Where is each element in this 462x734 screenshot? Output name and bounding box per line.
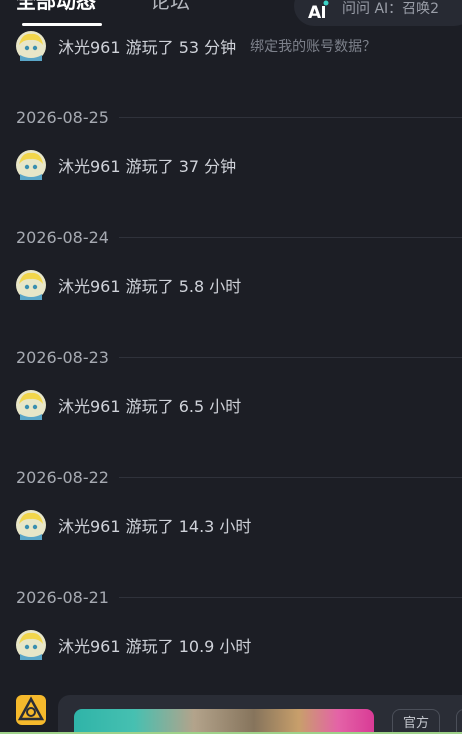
tab-forum[interactable]: 论坛 bbox=[150, 0, 190, 14]
divider-line bbox=[118, 116, 462, 118]
date-label: 2026-08-25 bbox=[16, 107, 109, 127]
promo-banner-image[interactable] bbox=[74, 709, 374, 734]
divider-line bbox=[118, 356, 462, 358]
user-avatar-icon bbox=[16, 630, 46, 660]
bottom-bar: 官方 bbox=[0, 690, 462, 734]
date-label: 2026-08-22 bbox=[16, 467, 109, 487]
user-avatar-icon bbox=[16, 270, 46, 300]
date-separator: 2026-08-23 bbox=[16, 347, 462, 367]
ask-ai-label: 问问 AI：召唤2 bbox=[342, 1, 440, 17]
divider-line bbox=[118, 596, 462, 598]
secondary-tag[interactable] bbox=[456, 709, 462, 734]
svg-text:A: A bbox=[308, 3, 322, 22]
user-avatar-icon bbox=[16, 510, 46, 540]
divider-line bbox=[118, 236, 462, 238]
feed-entry[interactable]: 沐光961 游玩了 37 分钟 bbox=[16, 150, 236, 180]
feed-entry-text: 沐光961 游玩了 37 分钟 bbox=[58, 157, 237, 176]
feed-entry[interactable]: 沐光961 游玩了 6.5 小时 bbox=[16, 390, 241, 420]
official-tag[interactable]: 官方 bbox=[392, 709, 441, 734]
date-label: 2026-08-24 bbox=[16, 227, 109, 247]
feed-entry-text: 沐光961 游玩了 6.5 小时 bbox=[58, 397, 242, 416]
game-logo-icon[interactable] bbox=[16, 695, 46, 725]
game-emblem-icon bbox=[17, 696, 45, 721]
user-avatar-icon bbox=[16, 31, 46, 61]
ai-icon: A bbox=[308, 0, 329, 22]
feed-entry-text: 沐光961 游玩了 5.8 小时 bbox=[58, 277, 242, 296]
date-label: 2026-08-21 bbox=[16, 587, 109, 607]
feed-entry[interactable]: 沐光961 游玩了 5.8 小时 bbox=[16, 270, 241, 300]
tab-all-activity[interactable]: 全部动态 bbox=[16, 0, 96, 14]
feed-entry-top[interactable]: 沐光961 游玩了 53 分钟 绑定我的账号数据？ bbox=[16, 31, 376, 61]
date-separator: 2026-08-24 bbox=[16, 227, 462, 247]
date-separator: 2026-08-21 bbox=[16, 587, 462, 607]
user-avatar-icon bbox=[16, 390, 46, 420]
feed-entry-text: 沐光961 游玩了 14.3 小时 bbox=[58, 517, 252, 536]
ask-ai-button[interactable]: A 问问 AI：召唤2 bbox=[294, 0, 462, 26]
top-tab-bar: 全部动态 论坛 A 问问 AI：召唤2 bbox=[0, 0, 462, 30]
date-separator: 2026-08-22 bbox=[16, 467, 462, 487]
activity-feed-page: 全部动态 论坛 A 问问 AI：召唤2 沐光961 游玩了 53 分钟 绑定我的… bbox=[0, 0, 462, 734]
active-tab-indicator bbox=[22, 23, 102, 26]
feed-entry[interactable]: 沐光961 游玩了 10.9 小时 bbox=[16, 630, 251, 660]
divider-line bbox=[118, 476, 462, 478]
feed-entry-text: 沐光961 游玩了 10.9 小时 bbox=[58, 637, 252, 656]
user-avatar-icon bbox=[16, 150, 46, 180]
promo-banner-card[interactable]: 官方 bbox=[58, 695, 462, 734]
date-label: 2026-08-23 bbox=[16, 347, 109, 367]
feed-entry[interactable]: 沐光961 游玩了 14.3 小时 bbox=[16, 510, 251, 540]
bind-account-link[interactable]: 绑定我的账号数据？ bbox=[250, 36, 376, 56]
date-separator: 2026-08-25 bbox=[16, 107, 462, 127]
feed-entry-text: 沐光961 游玩了 53 分钟 bbox=[58, 38, 237, 57]
